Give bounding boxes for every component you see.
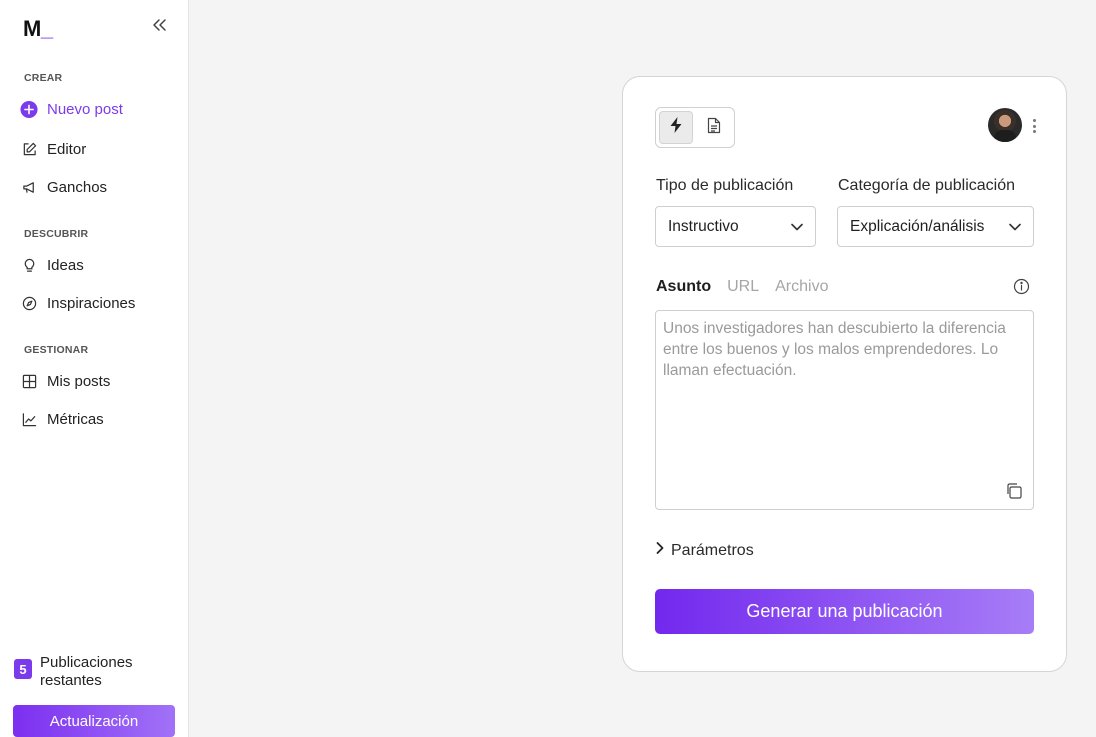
copy-icon[interactable] (1005, 482, 1025, 502)
post-generator-card: Tipo de publicación Categoría de publica… (622, 76, 1067, 672)
grid-icon (20, 372, 38, 390)
sidebar-item-label: Ideas (47, 256, 84, 274)
post-type-value: Instructivo (668, 217, 739, 235)
chart-icon (20, 410, 38, 428)
post-category-value: Explicación/análisis (850, 217, 985, 235)
sidebar-item-mis-posts[interactable]: Mis posts (20, 367, 180, 395)
chevron-down-icon (1009, 218, 1021, 236)
post-type-select[interactable]: Instructivo (655, 206, 816, 247)
chevron-down-icon (791, 218, 803, 236)
section-label-descubrir: DESCUBRIR (24, 228, 89, 240)
remaining-text: Publicaciones restantes (40, 654, 133, 689)
post-category-label: Categoría de publicación (838, 177, 1016, 194)
document-icon (707, 117, 721, 139)
chevron-right-icon (655, 541, 665, 560)
post-category-select[interactable]: Explicación/análisis (837, 206, 1034, 247)
tab-asunto[interactable]: Asunto (656, 278, 711, 296)
collapse-sidebar-icon[interactable] (149, 15, 169, 35)
sidebar: M_ CREAR Nuevo post Editor Ganchos DESCU… (0, 0, 189, 737)
megaphone-icon (20, 178, 38, 196)
parameters-toggle[interactable]: Parámetros (655, 541, 754, 560)
section-label-gestionar: GESTIONAR (24, 344, 89, 356)
sidebar-item-ideas[interactable]: Ideas (20, 251, 180, 279)
parameters-label: Parámetros (671, 541, 754, 559)
user-avatar[interactable] (988, 108, 1022, 142)
mode-toggle (655, 107, 735, 148)
source-tabs: Asunto URL Archivo (656, 278, 828, 296)
sidebar-item-ganchos[interactable]: Ganchos (20, 173, 180, 201)
tab-url[interactable]: URL (727, 278, 759, 296)
sidebar-item-label: Editor (47, 140, 87, 158)
lightning-icon (668, 116, 684, 139)
sidebar-item-inspiraciones[interactable]: Inspiraciones (20, 289, 180, 317)
info-icon[interactable] (1013, 278, 1030, 295)
remaining-count-badge: 5 (14, 659, 32, 679)
sidebar-item-metricas[interactable]: Métricas (20, 405, 180, 433)
upgrade-button[interactable]: Actualización (13, 705, 175, 737)
plus-circle-icon (20, 100, 38, 118)
sidebar-item-label: Ganchos (47, 178, 108, 196)
sidebar-item-editor[interactable]: Editor (20, 135, 180, 163)
sidebar-item-label: Métricas (47, 410, 104, 428)
sidebar-item-label: Mis posts (47, 372, 111, 390)
sidebar-item-label: Nuevo post (47, 100, 123, 118)
post-type-label: Tipo de publicación (656, 177, 794, 194)
document-mode-button[interactable] (697, 111, 731, 144)
sidebar-item-nuevo-post[interactable]: Nuevo post (20, 95, 180, 123)
more-options-icon[interactable] (1027, 117, 1041, 135)
edit-icon (20, 140, 38, 158)
section-label-crear: CREAR (24, 72, 63, 84)
remaining-posts: 5 Publicaciones restantes (14, 654, 160, 690)
lightbulb-icon (20, 256, 38, 274)
subject-input[interactable] (655, 310, 1034, 510)
quick-mode-button[interactable] (659, 111, 693, 144)
sidebar-item-label: Inspiraciones (47, 294, 136, 312)
compass-icon (20, 294, 38, 312)
generate-post-button[interactable]: Generar una publicación (655, 589, 1034, 634)
app-logo[interactable]: M_ (23, 16, 53, 42)
tab-archivo[interactable]: Archivo (775, 278, 828, 296)
